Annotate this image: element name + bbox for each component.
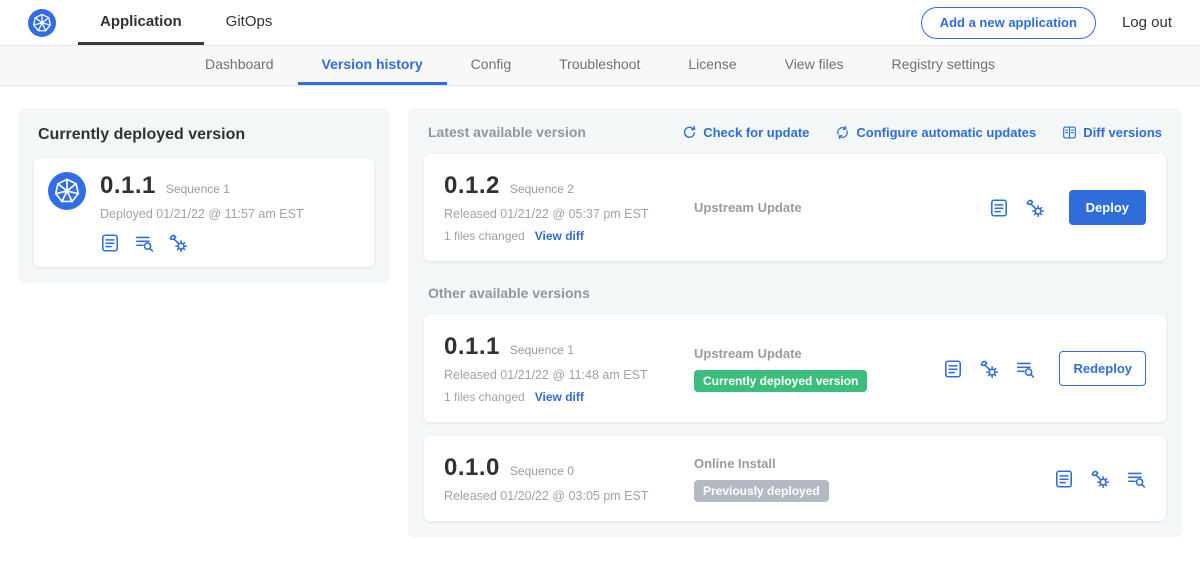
released-date: Released 01/21/22 @ 11:48 am EST [444,368,694,382]
release-notes-icon[interactable] [1054,469,1074,489]
config-icon[interactable] [1090,469,1110,489]
version-history-panel: Latest available version Check for updat… [408,108,1182,537]
version-number: 0.1.2 [444,172,500,200]
version-number: 0.1.0 [444,454,500,482]
deployed-date: Deployed 01/21/22 @ 11:57 am EST [100,207,304,221]
tab-application[interactable]: Application [78,0,204,45]
subnav-item-version-history[interactable]: Version history [298,46,447,85]
release-notes-icon[interactable] [100,233,120,253]
release-row-latest: 0.1.2 Sequence 2 Released 01/21/22 @ 05:… [424,154,1166,261]
subnav-label: Registry settings [892,56,995,72]
sequence-label: Sequence 1 [510,343,574,357]
release-row-0-1-0: 0.1.0 Sequence 0 Released 01/20/22 @ 03:… [424,436,1166,521]
version-info: 0.1.1 Sequence 1 Released 01/21/22 @ 11:… [444,333,694,404]
logout-button[interactable]: Log out [1122,14,1172,31]
tab-gitops[interactable]: GitOps [204,0,295,45]
source-label: Online Install [694,456,1034,471]
config-icon[interactable] [979,359,999,379]
subnav-item-dashboard[interactable]: Dashboard [181,46,298,85]
subnav-item-config[interactable]: Config [447,46,535,85]
view-diff-link[interactable]: View diff [535,229,584,243]
version-actions: Redeploy [943,351,1146,386]
deployed-version-number: 0.1.1 [100,172,156,200]
subnav-label: Troubleshoot [559,56,640,72]
redeploy-button[interactable]: Redeploy [1059,351,1146,386]
release-notes-icon[interactable] [943,359,963,379]
deployed-version-card: 0.1.1 Sequence 1 Deployed 01/21/22 @ 11:… [34,158,374,267]
panel-head-actions: Check for update Configure automatic upd… [682,125,1162,140]
tab-application-label: Application [100,13,182,30]
subnav-item-license[interactable]: License [664,46,760,85]
currently-deployed-panel: Currently deployed version 0.1.1 Sequenc… [18,108,390,283]
refresh-icon [682,125,697,140]
deploy-button[interactable]: Deploy [1069,190,1146,225]
version-source: Upstream Update [694,200,979,215]
deployment-logs-icon[interactable] [1126,469,1146,489]
files-changed-label: 1 files changed [444,229,525,243]
source-label: Upstream Update [694,200,969,215]
view-diff-link[interactable]: View diff [535,390,584,404]
sequence-label: Sequence 0 [510,464,574,478]
sequence-label: Sequence 2 [510,182,574,196]
latest-available-title: Latest available version [428,124,586,140]
diff-versions-label: Diff versions [1083,125,1162,140]
check-for-update-link[interactable]: Check for update [682,125,809,140]
version-info: 0.1.2 Sequence 2 Released 01/21/22 @ 05:… [444,172,694,243]
deployed-sequence-label: Sequence 1 [166,182,230,196]
files-changed-label: 1 files changed [444,390,525,404]
main-content: Currently deployed version 0.1.1 Sequenc… [0,86,1200,559]
release-notes-icon[interactable] [989,198,1009,218]
version-actions: Deploy [989,190,1146,225]
subnav-label: License [688,56,736,72]
subnav-item-troubleshoot[interactable]: Troubleshoot [535,46,664,85]
configure-updates-label: Configure automatic updates [856,125,1036,140]
previously-deployed-badge: Previously deployed [694,480,829,502]
version-info: 0.1.0 Sequence 0 Released 01/20/22 @ 03:… [444,454,694,503]
other-versions-title: Other available versions [424,285,1166,301]
subnav-item-registry-settings[interactable]: Registry settings [868,46,1019,85]
release-row-0-1-1: 0.1.1 Sequence 1 Released 01/21/22 @ 11:… [424,315,1166,422]
deployed-actions [100,233,360,253]
configure-automatic-updates-link[interactable]: Configure automatic updates [835,125,1036,140]
subnav-label: Dashboard [205,56,274,72]
tab-gitops-label: GitOps [226,13,273,30]
diff-versions-link[interactable]: Diff versions [1062,125,1162,140]
version-actions [1054,469,1146,489]
released-date: Released 01/20/22 @ 03:05 pm EST [444,489,694,503]
version-source: Online Install Previously deployed [694,456,1044,502]
subnav-label: Version history [322,56,423,72]
app-tabs: Application GitOps [78,0,294,45]
add-application-button[interactable]: Add a new application [921,7,1096,39]
panel-head: Latest available version Check for updat… [424,124,1166,140]
auto-update-icon [835,125,850,140]
config-icon[interactable] [1025,198,1045,218]
kubernetes-logo-icon [28,9,56,37]
sub-nav: Dashboard Version history Config Trouble… [0,46,1200,86]
subnav-label: View files [785,56,844,72]
deployment-logs-icon[interactable] [134,233,154,253]
deployed-panel-title: Currently deployed version [34,124,374,144]
subnav-label: Config [471,56,511,72]
app-logo-icon [48,172,86,210]
version-number: 0.1.1 [444,333,500,361]
released-date: Released 01/21/22 @ 05:37 pm EST [444,207,694,221]
currently-deployed-badge: Currently deployed version [694,370,867,392]
config-icon[interactable] [168,233,188,253]
diff-icon [1062,125,1077,140]
check-for-update-label: Check for update [703,125,809,140]
top-bar: Application GitOps Add a new application… [0,0,1200,46]
version-source: Upstream Update Currently deployed versi… [694,346,933,392]
subnav-item-view-files[interactable]: View files [761,46,868,85]
source-label: Upstream Update [694,346,923,361]
deployment-logs-icon[interactable] [1015,359,1035,379]
